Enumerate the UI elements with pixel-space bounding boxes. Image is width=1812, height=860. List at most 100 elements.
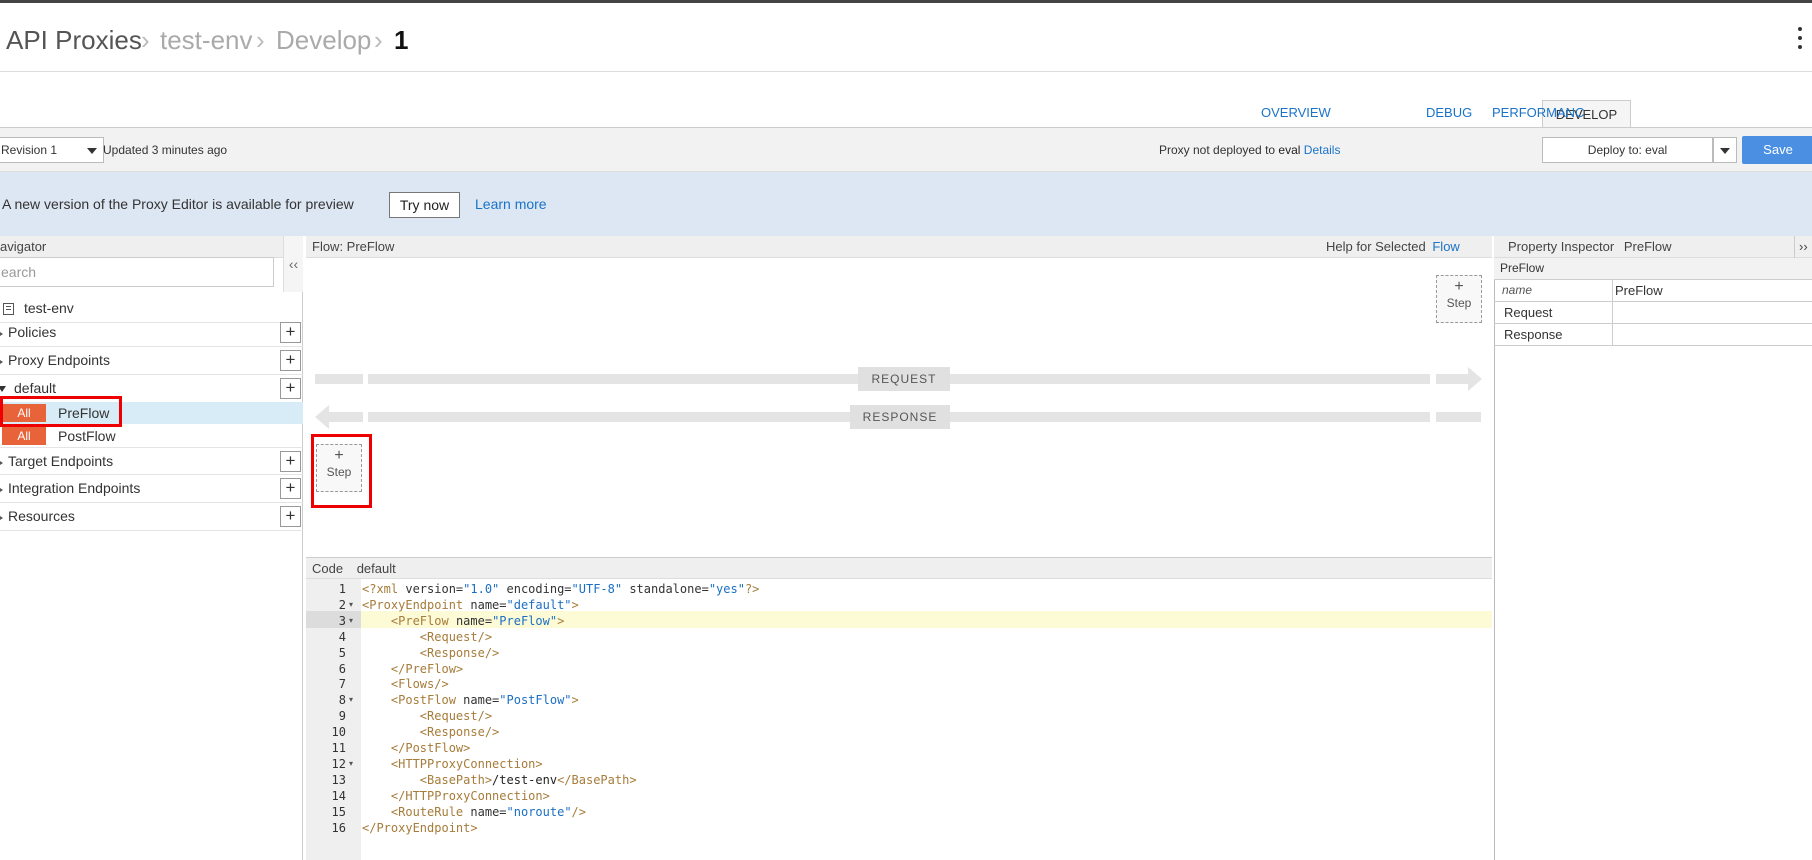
nav-target-endpoints-label: Target Endpoints [8, 453, 114, 469]
save-button[interactable]: Save [1742, 136, 1812, 164]
add-integration-endpoint-button[interactable]: + [280, 478, 301, 499]
tab-debug[interactable]: DEBUG [1426, 103, 1472, 123]
code-token: <Response/> [419, 725, 500, 740]
flow-label-postflow: PostFlow [58, 428, 116, 444]
code-token: </BasePath> [557, 772, 637, 787]
code-line: <Request/> [362, 629, 492, 645]
chevron-down-icon [1720, 148, 1730, 154]
code-token: /> [571, 804, 586, 819]
nav-postflow-item[interactable]: All PostFlow [0, 425, 303, 447]
kebab-menu-icon[interactable] [1796, 27, 1804, 53]
tab-performance[interactable]: PERFORMANC [1492, 103, 1584, 123]
line-number: 14 [331, 788, 346, 803]
banner-message: A new version of the Proxy Editor is ava… [2, 196, 354, 212]
inspector-section: PreFlow [1494, 258, 1812, 280]
add-resource-button[interactable]: + [280, 506, 301, 527]
code-token: name= [470, 597, 507, 612]
code-token: <Response/> [419, 645, 500, 660]
inspector-key: name [1502, 283, 1533, 297]
learn-more-link[interactable]: Learn more [475, 195, 547, 213]
code-token: > [571, 693, 579, 708]
request-track [1436, 374, 1468, 384]
add-target-endpoint-button[interactable]: + [280, 451, 301, 472]
preview-banner: A new version of the Proxy Editor is ava… [0, 172, 1812, 236]
breadcrumb-api-proxies[interactable]: API Proxies [6, 23, 142, 57]
code-token: "PostFlow" [499, 693, 572, 708]
code-line: <ProxyEndpoint name="default"> [362, 597, 579, 613]
nav-resources[interactable]: Resources + [0, 503, 303, 531]
code-line: <BasePath>/test-env</BasePath> [362, 772, 637, 788]
expand-arrow-icon [0, 486, 3, 494]
navigator-title: avigator [0, 239, 47, 254]
inspector-response-field[interactable] [1612, 324, 1812, 345]
code-token: </PreFlow> [390, 661, 464, 676]
inspector-key: Response [1504, 327, 1563, 342]
code-token: encoding= [499, 582, 572, 596]
fold-arrow-icon[interactable]: ▾ [349, 692, 353, 708]
inspector-key: Request [1504, 305, 1553, 320]
code-line: <PreFlow name="PreFlow"> [362, 613, 564, 629]
code-line: <Request/> [362, 708, 492, 724]
deploy-select[interactable]: Deploy to: eval [1542, 137, 1713, 163]
line-number: 7 [338, 677, 346, 692]
inspector-request-field[interactable] [1612, 302, 1812, 323]
code-token: <Flows/> [390, 677, 449, 692]
collapse-navigator-icon[interactable]: ‹‹ [283, 236, 303, 292]
help-flow-link[interactable]: Flow [1432, 239, 1459, 254]
nav-proxy-endpoints[interactable]: Proxy Endpoints + [0, 347, 303, 375]
fold-arrow-icon[interactable]: ▾ [349, 597, 353, 613]
expand-inspector-icon[interactable]: ›› [1794, 236, 1808, 258]
revision-select[interactable]: Revision 1 [0, 137, 104, 163]
add-proxy-endpoint-button[interactable]: + [280, 350, 301, 371]
code-line: </PostFlow> [362, 740, 470, 756]
code-line: </HTTPProxyConnection> [362, 788, 550, 804]
page-header: API Proxies › test-env › Develop › 1 [0, 3, 1812, 72]
code-token: <PostFlow [390, 693, 464, 708]
code-token: "default" [506, 597, 572, 612]
nav-integration-endpoints[interactable]: Integration Endpoints + [0, 475, 303, 503]
inspector-section-label: PreFlow [1500, 261, 1545, 275]
updated-status: Updated 3 minutes ago [103, 143, 228, 157]
fold-arrow-icon[interactable]: ▾ [349, 613, 353, 629]
inspector-title: Property Inspector [1508, 239, 1615, 254]
inspector-name-field[interactable]: PreFlow [1612, 280, 1812, 301]
tab-overview[interactable]: OVERVIEW [1261, 103, 1331, 123]
revision-select-value: Revision 1 [1, 143, 58, 157]
deploy-dropdown-toggle[interactable] [1713, 137, 1737, 163]
line-number: 16 [331, 820, 346, 835]
code-line: </PreFlow> [362, 661, 463, 677]
add-flow-button[interactable]: + [280, 378, 301, 399]
breadcrumb-develop[interactable]: Develop [276, 23, 371, 57]
add-step-response-button[interactable]: + Step [1436, 275, 1482, 323]
code-token: > [571, 597, 579, 612]
code-token: "PreFlow" [492, 613, 558, 628]
breadcrumb-env[interactable]: test-env [160, 23, 253, 57]
nav-target-endpoints[interactable]: Target Endpoints + [0, 447, 303, 475]
line-number: 1 [338, 582, 346, 596]
add-policy-button[interactable]: + [280, 322, 301, 343]
code-token: standalone= [622, 582, 709, 596]
deploy-status-text: Proxy not deployed to [1159, 143, 1276, 157]
request-arrow-icon [1468, 367, 1482, 391]
response-arrow-icon [315, 405, 329, 429]
nav-resources-label: Resources [8, 508, 75, 524]
details-link[interactable]: Details [1304, 143, 1341, 157]
navigator-search-input[interactable]: earch [0, 257, 274, 287]
deploy-status-env: eval [1278, 143, 1301, 157]
expand-arrow-icon [0, 514, 3, 522]
code-token: <RouteRule [390, 804, 471, 819]
document-icon [3, 303, 14, 315]
line-number: 9 [338, 709, 346, 724]
code-line: <HTTPProxyConnection> [362, 756, 543, 772]
fold-arrow-icon[interactable]: ▾ [349, 756, 353, 772]
try-now-button[interactable]: Try now [389, 192, 460, 218]
nav-policies[interactable]: Policies + [0, 319, 303, 347]
response-label: RESPONSE [850, 405, 950, 429]
nav-proxy-endpoints-label: Proxy Endpoints [8, 352, 110, 368]
